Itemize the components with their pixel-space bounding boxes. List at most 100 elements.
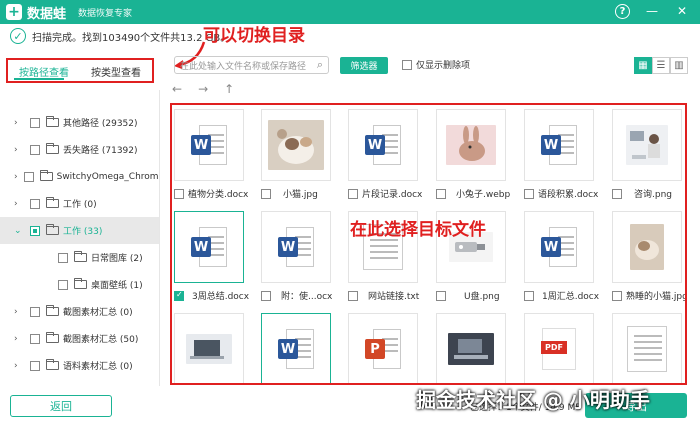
back-button[interactable]: 返回 <box>10 395 112 417</box>
file-card[interactable]: PDF <box>524 313 604 383</box>
file-checkbox[interactable] <box>174 290 184 301</box>
search-icon[interactable]: ⌕ <box>317 58 323 72</box>
file-card[interactable] <box>174 313 254 383</box>
file-thumbnail[interactable]: W <box>174 211 244 283</box>
folder-icon <box>74 251 87 262</box>
file-thumbnail[interactable] <box>612 211 682 283</box>
tree-item[interactable]: 桌面壁纸 (1) <box>0 271 159 298</box>
chevron-right-icon[interactable]: › <box>14 334 24 344</box>
search-placeholder: 在此处输入文件名称或保存路径 <box>180 61 307 72</box>
cat-photo-icon <box>268 120 324 170</box>
file-card[interactable]: W 植物分类.docx <box>174 109 254 200</box>
tree-item[interactable]: › 工作 (0) <box>0 190 159 217</box>
tree-item[interactable]: 日常图库 (2) <box>0 244 159 271</box>
chevron-right-icon[interactable]: › <box>14 361 24 371</box>
tree-checkbox[interactable] <box>58 252 68 263</box>
file-thumbnail[interactable] <box>261 109 331 181</box>
detail-view-icon[interactable]: ▥ <box>670 57 688 74</box>
help-icon[interactable]: ? <box>615 3 630 19</box>
file-thumbnail[interactable]: P <box>348 313 418 383</box>
file-checkbox[interactable] <box>612 188 622 199</box>
minimize-icon[interactable]: — <box>644 3 660 19</box>
file-thumbnail[interactable] <box>174 313 244 383</box>
file-card[interactable] <box>612 313 685 383</box>
file-thumbnail[interactable]: PDF <box>524 313 594 383</box>
file-card[interactable]: 小猫.jpg <box>261 109 341 200</box>
file-card[interactable]: W <box>261 313 341 383</box>
file-name: 咨询.png <box>634 190 672 200</box>
chevron-right-icon[interactable]: › <box>14 199 24 209</box>
tree-checkbox[interactable] <box>30 144 40 155</box>
tree-item[interactable]: › SwitchyOmega_Chromium <box>0 163 159 190</box>
tree-checkbox[interactable] <box>30 198 40 209</box>
tree-item[interactable]: › 语料素材汇总 (0) <box>0 352 159 379</box>
file-thumbnail[interactable]: W <box>524 211 594 283</box>
tree-item[interactable]: › 截图素材汇总 (50) <box>0 325 159 352</box>
file-card[interactable]: 咨询.png <box>612 109 685 200</box>
file-thumbnail[interactable] <box>436 313 506 383</box>
file-thumbnail[interactable]: W <box>174 109 244 181</box>
search-input[interactable]: 在此处输入文件名称或保存路径 ⌕ <box>174 56 329 74</box>
tree-checkbox[interactable] <box>23 171 34 182</box>
view-mode-switch: ▦ ☰ ▥ <box>634 57 688 74</box>
tree-checkbox[interactable] <box>30 333 40 344</box>
only-deleted-checkbox[interactable] <box>402 59 412 70</box>
file-thumbnail[interactable] <box>612 313 682 383</box>
file-card[interactable]: W 附：使...ocx <box>261 211 341 302</box>
file-thumbnail[interactable]: W <box>261 313 331 383</box>
file-card[interactable]: W 片段记录.docx <box>348 109 428 200</box>
chevron-right-icon[interactable]: › <box>14 145 24 155</box>
file-card[interactable]: W 1周汇总.docx <box>524 211 604 302</box>
tree-checkbox[interactable] <box>58 279 68 290</box>
file-card[interactable]: W 3周总结.docx <box>174 211 254 302</box>
close-icon[interactable]: ✕ <box>674 3 690 19</box>
back-arrow-icon[interactable]: ← <box>172 82 182 96</box>
tree-item-selected[interactable]: ⌄ 工作 (33) <box>0 217 159 244</box>
file-checkbox[interactable] <box>436 188 446 199</box>
file-checkbox[interactable] <box>174 188 184 199</box>
file-name: 小兔子.webp <box>456 190 511 200</box>
tree-item[interactable]: › 其他路径 (29352) <box>0 109 159 136</box>
file-thumbnail[interactable] <box>436 109 506 181</box>
list-view-icon[interactable]: ☰ <box>652 57 670 74</box>
logo-plus-icon: + <box>6 4 22 20</box>
file-checkbox[interactable] <box>524 188 534 199</box>
tree-checkbox[interactable] <box>30 360 40 371</box>
grid-view-icon[interactable]: ▦ <box>634 57 652 74</box>
file-thumbnail[interactable] <box>612 109 682 181</box>
file-thumbnail[interactable]: W <box>348 109 418 181</box>
tab-by-path[interactable]: 按路径查看 <box>8 62 80 79</box>
folder-icon <box>39 170 53 181</box>
file-card[interactable]: P <box>348 313 428 383</box>
tree-checkbox[interactable] <box>30 225 40 236</box>
filter-button[interactable]: 筛选器 <box>340 57 388 74</box>
file-card[interactable] <box>436 313 516 383</box>
chevron-right-icon[interactable]: › <box>14 307 24 317</box>
chevron-down-icon[interactable]: ⌄ <box>14 226 24 236</box>
folder-icon <box>46 332 59 343</box>
file-checkbox[interactable] <box>348 290 358 301</box>
file-thumbnail[interactable]: W <box>261 211 331 283</box>
tree-item[interactable]: › 截图素材汇总 (0) <box>0 298 159 325</box>
file-checkbox[interactable] <box>261 188 271 199</box>
up-arrow-icon[interactable]: ↑ <box>224 82 234 96</box>
file-checkbox[interactable] <box>348 188 358 199</box>
file-checkbox[interactable] <box>436 290 446 301</box>
forward-arrow-icon[interactable]: → <box>198 82 208 96</box>
tree-checkbox[interactable] <box>30 117 40 128</box>
file-thumbnail[interactable]: W <box>524 109 594 181</box>
chevron-right-icon[interactable]: › <box>14 118 24 128</box>
only-deleted-toggle[interactable]: 仅显示删除项 <box>402 58 470 71</box>
file-checkbox[interactable] <box>612 290 622 301</box>
file-card[interactable]: W 语段积累.docx <box>524 109 604 200</box>
file-card[interactable]: 小兔子.webp <box>436 109 516 200</box>
file-name: 熟睡的小猫.jpg <box>626 292 687 302</box>
tab-by-type[interactable]: 按类型查看 <box>80 62 152 79</box>
file-checkbox[interactable] <box>261 290 271 301</box>
tree-item[interactable]: › 丢失路径 (71392) <box>0 136 159 163</box>
file-card[interactable]: 熟睡的小猫.jpg <box>612 211 687 302</box>
file-checkbox[interactable] <box>524 290 534 301</box>
chevron-right-icon[interactable]: › <box>14 172 18 182</box>
tree-item-label: 截图素材汇总 (0) <box>63 308 133 318</box>
tree-checkbox[interactable] <box>30 306 40 317</box>
